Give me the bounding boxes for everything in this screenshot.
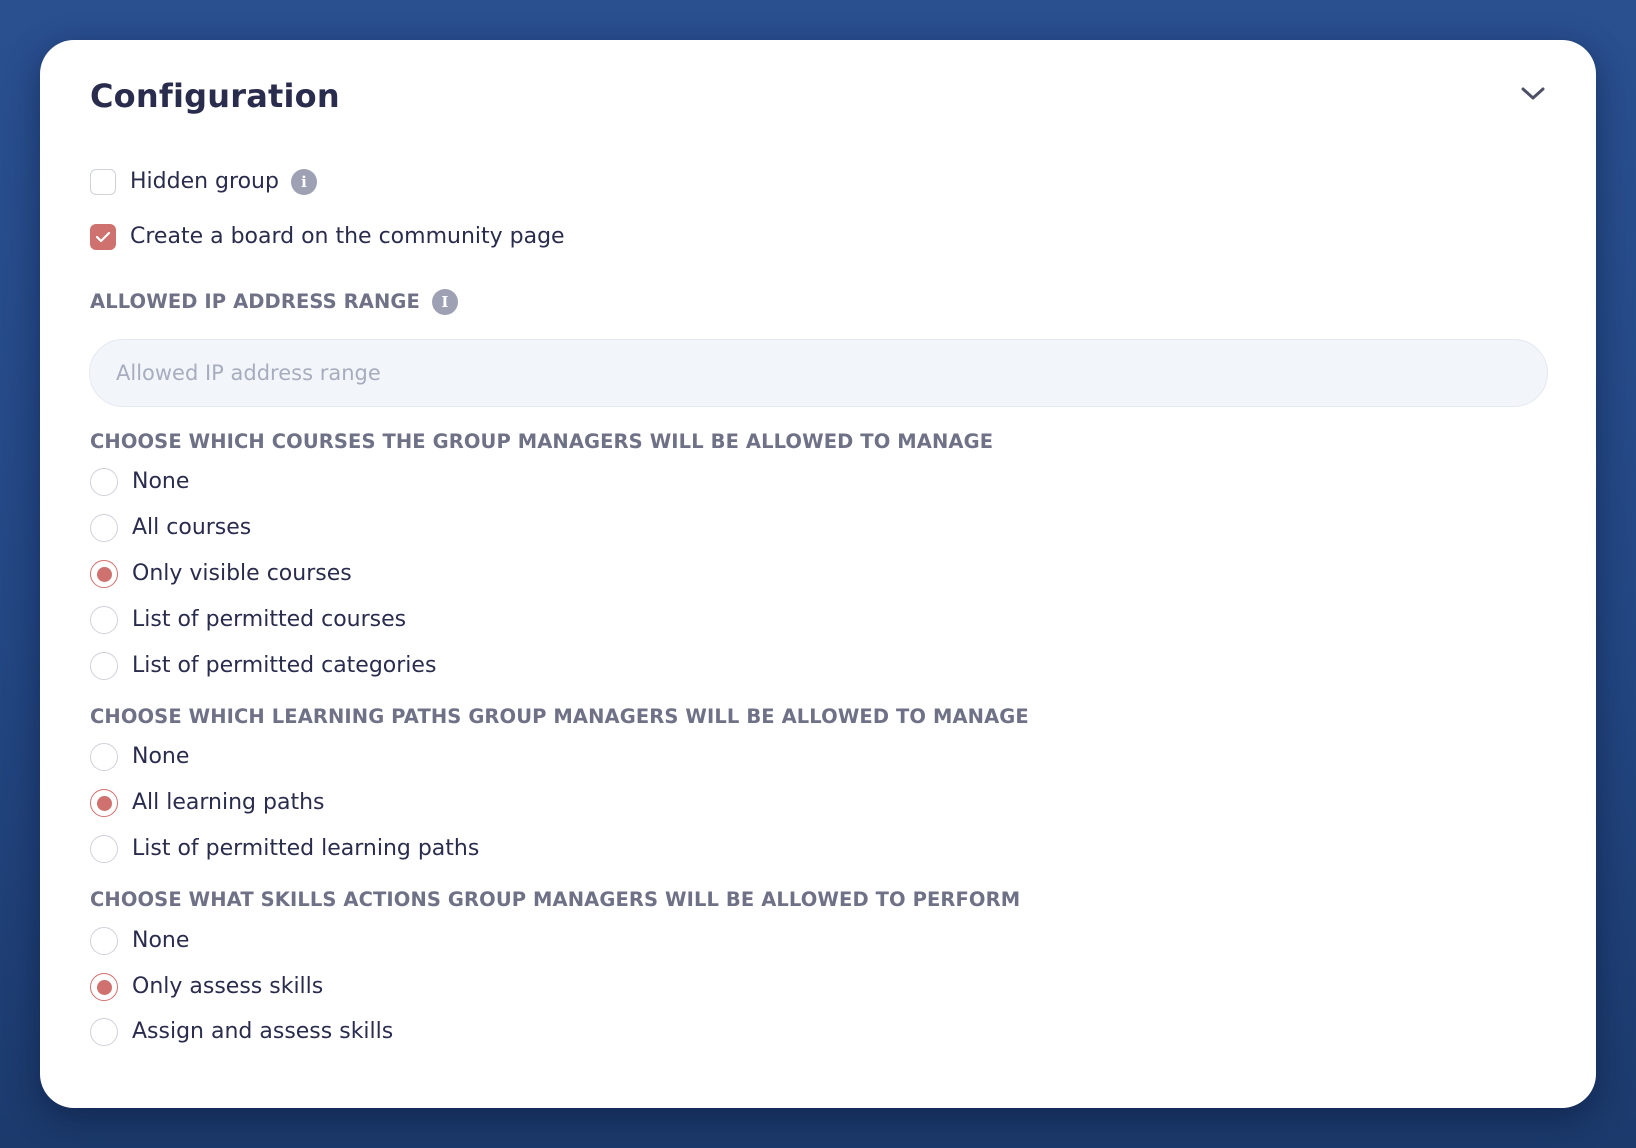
courses-section-label: CHOOSE WHICH COURSES THE GROUP MANAGERS … [90, 432, 993, 452]
ip-range-label-text: ALLOWED IP ADDRESS RANGE [90, 290, 420, 314]
configuration-panel: Configuration Hidden group i Create a bo… [40, 40, 1596, 1108]
skills-option-label: Only assess skills [132, 974, 324, 999]
collapse-button[interactable] [1513, 74, 1553, 114]
skills-option-none[interactable]: None [90, 926, 189, 956]
community-board-label: Create a board on the community page [130, 224, 565, 249]
skills-section-label: CHOOSE WHAT SKILLS ACTIONS GROUP MANAGER… [90, 890, 1020, 910]
courses-option-permitted-courses[interactable]: List of permitted courses [90, 605, 406, 635]
checkmark-icon [95, 231, 111, 243]
courses-option-permitted-categories[interactable]: List of permitted categories [90, 651, 436, 681]
skills-option-label: None [132, 928, 190, 953]
skills-radio-none[interactable] [90, 927, 118, 955]
skills-option-assess[interactable]: Only assess skills [90, 972, 323, 1002]
hidden-group-checkbox[interactable] [90, 169, 116, 195]
radio-selected-dot [96, 979, 112, 995]
learning-paths-option-permitted[interactable]: List of permitted learning paths [90, 834, 479, 864]
courses-option-label: List of permitted categories [132, 653, 437, 678]
ip-range-input[interactable] [89, 339, 1548, 407]
courses-option-all[interactable]: All courses [90, 513, 251, 543]
info-icon[interactable]: i [431, 289, 458, 315]
ip-range-label: ALLOWED IP ADDRESS RANGE i [90, 289, 458, 315]
hidden-group-label: Hidden group [130, 169, 279, 194]
info-icon[interactable]: i [290, 169, 317, 195]
skills-radio-assign-assess[interactable] [90, 1018, 118, 1046]
learning-paths-option-label: List of permitted learning paths [132, 836, 480, 861]
skills-option-label: Assign and assess skills [132, 1019, 394, 1044]
radio-selected-dot [96, 566, 112, 582]
courses-radio-none[interactable] [90, 468, 118, 496]
hidden-group-option[interactable]: Hidden group i [90, 167, 317, 197]
community-board-option[interactable]: Create a board on the community page [90, 222, 565, 252]
courses-option-none[interactable]: None [90, 467, 189, 497]
panel-title: Configuration [90, 77, 340, 115]
courses-option-label: All courses [132, 515, 252, 540]
learning-paths-option-all[interactable]: All learning paths [90, 788, 325, 818]
learning-paths-radio-none[interactable] [90, 743, 118, 771]
courses-section-label-text: CHOOSE WHICH COURSES THE GROUP MANAGERS … [90, 430, 994, 453]
learning-paths-option-label: None [132, 744, 190, 769]
learning-paths-section-label: CHOOSE WHICH LEARNING PATHS GROUP MANAGE… [90, 707, 1029, 727]
courses-radio-visible[interactable] [90, 560, 118, 588]
skills-radio-assess[interactable] [90, 973, 118, 1001]
courses-option-label: List of permitted courses [132, 607, 407, 632]
courses-radio-permitted-categories[interactable] [90, 652, 118, 680]
community-board-checkbox[interactable] [90, 224, 116, 250]
learning-paths-radio-permitted[interactable] [90, 835, 118, 863]
courses-option-label: Only visible courses [132, 561, 352, 586]
courses-radio-permitted-courses[interactable] [90, 606, 118, 634]
learning-paths-radio-all[interactable] [90, 789, 118, 817]
skills-section-label-text: CHOOSE WHAT SKILLS ACTIONS GROUP MANAGER… [90, 888, 1021, 911]
learning-paths-section-label-text: CHOOSE WHICH LEARNING PATHS GROUP MANAGE… [90, 705, 1029, 728]
courses-option-visible[interactable]: Only visible courses [90, 559, 352, 589]
learning-paths-option-label: All learning paths [132, 790, 325, 815]
skills-option-assign-assess[interactable]: Assign and assess skills [90, 1017, 393, 1047]
courses-option-label: None [132, 469, 190, 494]
chevron-down-icon [1521, 87, 1545, 100]
learning-paths-option-none[interactable]: None [90, 742, 189, 772]
courses-radio-all[interactable] [90, 514, 118, 542]
radio-selected-dot [96, 795, 112, 811]
